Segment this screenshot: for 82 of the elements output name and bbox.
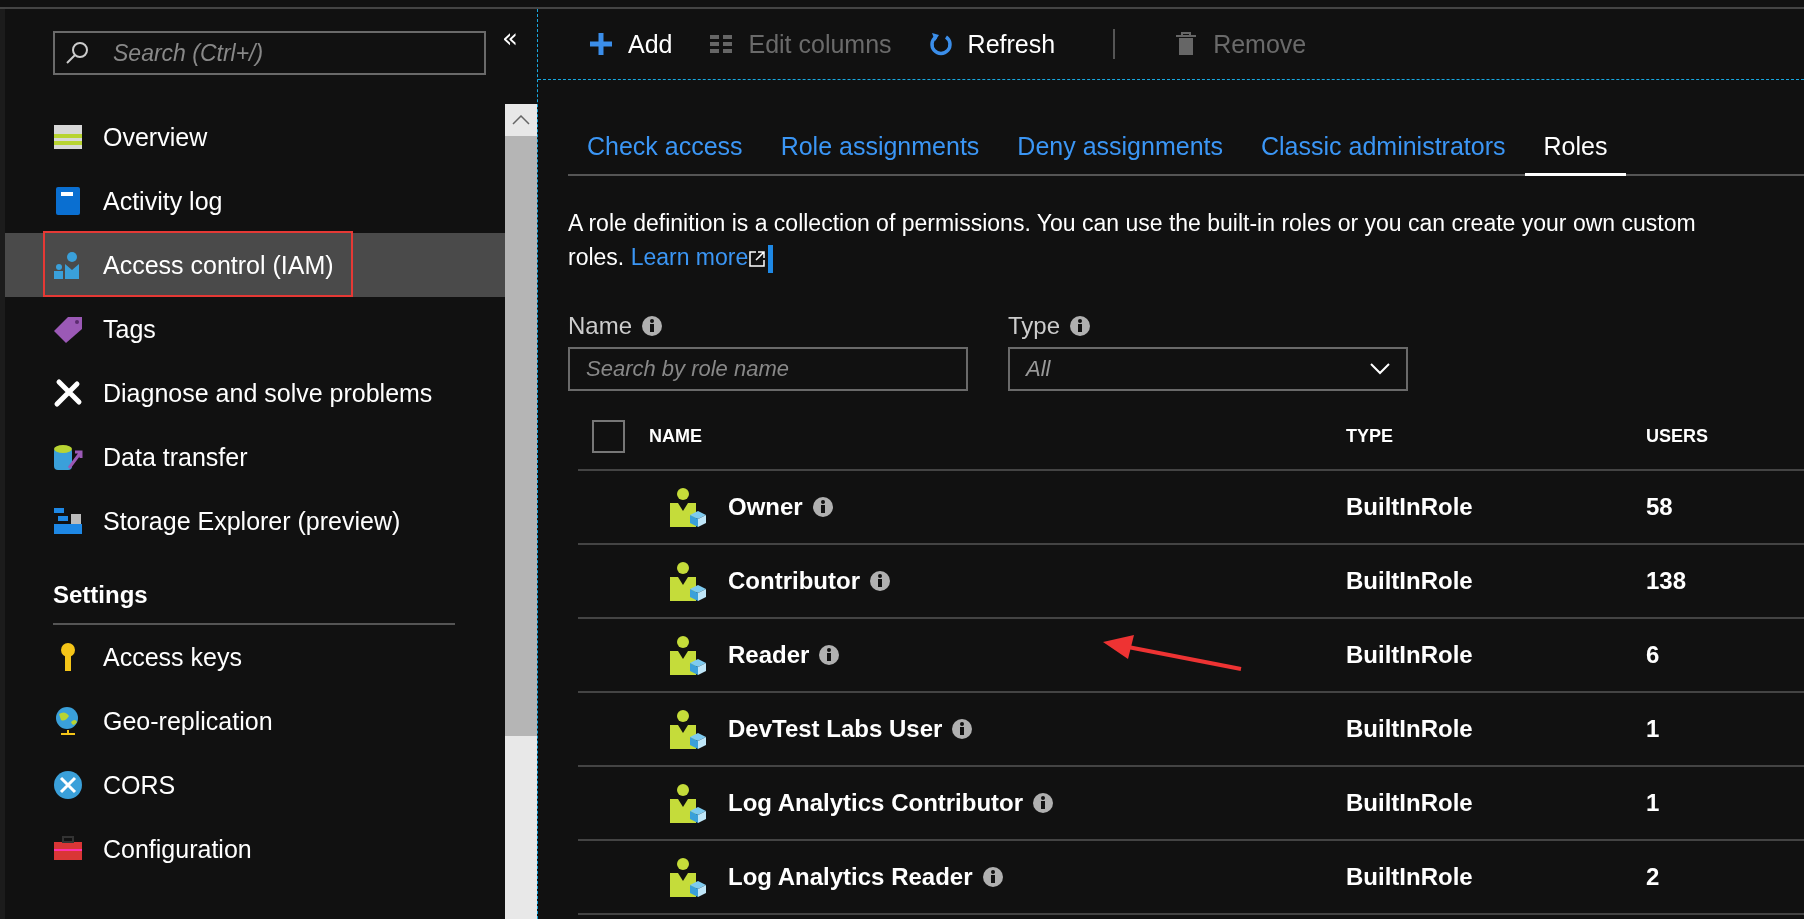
text-cursor [768,244,774,273]
table-cell: 1 [1646,715,1660,742]
role-name[interactable]: Owner [728,493,803,521]
sidebar-item[interactable]: Access control (IAM) [5,233,505,297]
chevron-down-icon [1370,363,1390,375]
table-cell: BuiltInRole [1346,715,1473,742]
sidebar-item[interactable]: Diagnose and solve problems [5,361,505,425]
external-link-icon [748,249,767,268]
role-name[interactable]: Reader [728,641,810,669]
sidebar-item[interactable]: Overview [5,105,505,169]
scrollbar[interactable] [505,104,537,919]
search-icon [65,41,89,65]
sidebar-item[interactable]: CORS [5,753,505,817]
collapse-button[interactable]: « [502,23,518,53]
tab[interactable]: Role assignments [761,122,999,176]
field-label: Name [568,312,633,340]
table-cell: 58 [1646,493,1673,520]
tag-icon [53,314,83,344]
role-name[interactable]: Log Analytics Contributor [728,789,1024,817]
info-icon[interactable] [1033,793,1054,813]
info-icon[interactable] [952,719,973,739]
sidebar-item[interactable]: Data transfer [5,425,505,489]
plus-icon [588,31,614,57]
table-row[interactable]: Reader BuiltInRole 6 [578,619,1804,693]
sidebar-item[interactable]: Configuration [5,817,505,881]
table-row[interactable]: Log Analytics Contributor BuiltInRole 1 [578,767,1804,841]
user-cube-icon [668,635,708,675]
table-cell: BuiltInRole [1346,863,1473,890]
role-name[interactable]: Log Analytics Reader [728,863,973,891]
panel-icon [53,122,83,152]
grid-icon [53,506,83,536]
tab[interactable]: Deny assignments [998,122,1242,176]
table-cell: BuiltInRole [1346,567,1473,594]
table-cell: 1 [1646,789,1660,816]
table-cell: BuiltInRole [1346,641,1473,668]
table-row[interactable]: Owner BuiltInRole 58 [578,471,1804,545]
column-header: TYPE [1346,425,1393,446]
user-cube-icon [668,561,708,601]
sidebar-item[interactable]: Activity log [5,169,505,233]
select-all-checkbox[interactable] [592,419,625,453]
table-cell: 2 [1646,863,1660,890]
user-cube-icon [668,709,708,749]
book-icon [53,186,83,216]
user-cube-icon [668,857,708,897]
sidebar-item[interactable]: Access keys [5,625,505,689]
tab[interactable]: Classic administrators [1242,122,1525,176]
sidebar-item[interactable]: Tags [5,297,505,361]
type-dropdown[interactable]: All [1008,347,1408,391]
role-name[interactable]: DevTest Labs User [728,715,943,743]
table-cell: 138 [1646,567,1687,594]
info-icon[interactable] [812,497,833,517]
info-icon[interactable] [982,867,1003,887]
learn-more-link[interactable]: Learn more [630,244,749,270]
toolbar-button[interactable]: Add [588,29,673,59]
column-header: USERS [1646,425,1708,446]
sidebar-item[interactable]: Geo-replication [5,689,505,753]
description-text: A role definition is a collection of permissions. You can use the built-in roles or you can create your own custom roles. Learn more [568,206,1743,274]
user-cube-icon [668,783,708,823]
table-cell: BuiltInRole [1346,789,1473,816]
refresh-icon [927,31,954,57]
table-row[interactable]: Contributor BuiltInRole 138 [578,545,1804,619]
info-icon[interactable] [869,571,890,591]
section-heading: Settings [53,581,148,609]
info-icon[interactable] [1070,316,1091,336]
user-cube-icon [668,487,708,527]
cylinder-arrow-icon [53,442,83,472]
name-search-field[interactable]: Search by role name [568,347,968,391]
table-cell: 6 [1646,641,1660,668]
tab[interactable]: Check access [568,122,762,176]
info-icon[interactable] [819,645,840,665]
toolbar-button[interactable]: Refresh [927,29,1056,59]
role-name[interactable]: Contributor [728,567,860,595]
table-cell: BuiltInRole [1346,493,1473,520]
search-field[interactable]: Search (Ctrl+/) [53,31,486,75]
column-header: NAME [649,425,702,447]
chevron-up-icon[interactable] [512,115,530,125]
field-label: Type [1008,312,1061,340]
sidebar-item[interactable]: Storage Explorer (preview) [5,489,505,553]
info-icon[interactable] [642,316,663,336]
tab[interactable]: Roles [1524,122,1627,176]
table-row[interactable]: DevTest Labs User BuiltInRole 1 [578,693,1804,767]
table-row[interactable]: Log Analytics Reader BuiltInRole 2 [578,841,1804,915]
